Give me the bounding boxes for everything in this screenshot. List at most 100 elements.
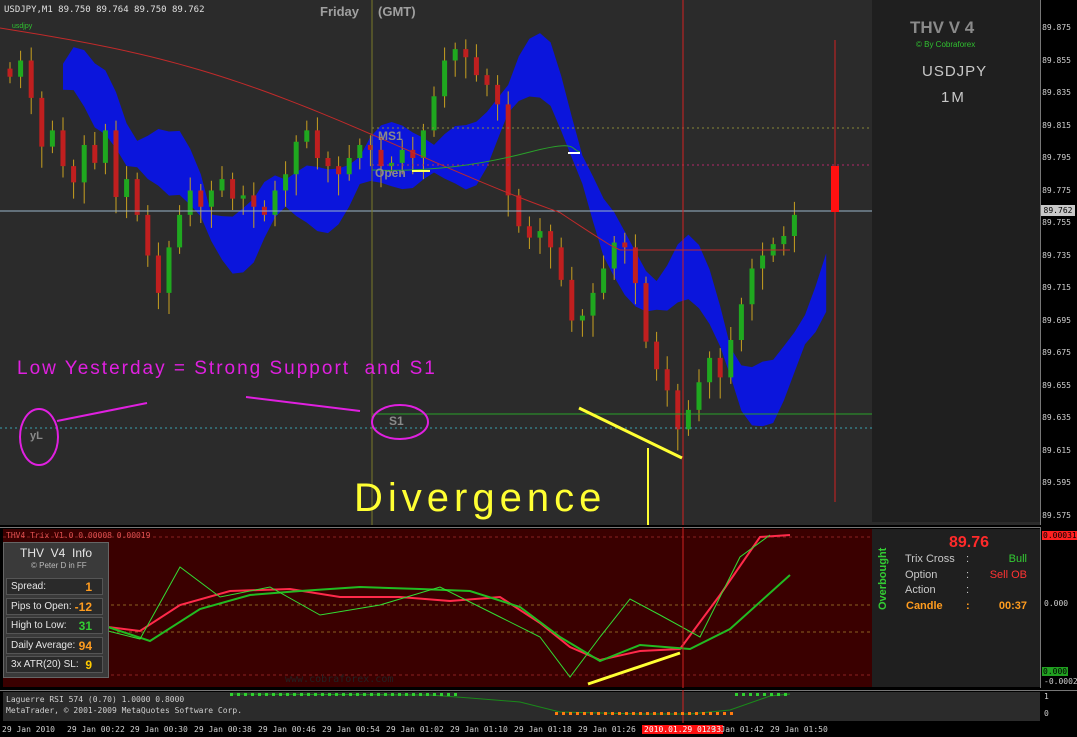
laguerre-dot [735, 693, 738, 696]
laguerre-dot [646, 712, 649, 715]
candle-body [685, 409, 691, 430]
yl-label: yL [30, 430, 43, 442]
support-annotation: Low Yesterday = Strong Support and S1 [17, 358, 437, 379]
laguerre-dot [349, 693, 352, 696]
info-row-value: 31 [78, 619, 92, 633]
candle-body [49, 130, 55, 147]
price-tick: 89.655 [1042, 380, 1071, 390]
laguerre-dot [230, 693, 233, 696]
trix-axis-low: 0.000 [1042, 667, 1069, 676]
candle-body [664, 369, 670, 391]
info-row: Spread: 1 [6, 578, 103, 595]
time-tick: 29 Jan 01:26 [578, 725, 636, 734]
candle-body [420, 130, 426, 158]
candle-body [346, 158, 352, 175]
candle-body [548, 231, 554, 248]
candle-body [81, 145, 87, 183]
candle-body [728, 340, 734, 378]
candle-body [124, 179, 130, 197]
laguerre-dot [328, 693, 331, 696]
candle-body [304, 130, 310, 142]
laguerre-title: Laguerre RSI 574 (0.70) 1.0000 0.8000 [6, 695, 185, 704]
laguerre-dot [660, 712, 663, 715]
info-row-value: 1 [85, 580, 92, 594]
laguerre-dot [653, 712, 656, 715]
laguerre-dot [335, 693, 338, 696]
laguerre-dot [363, 693, 366, 696]
laguerre-axis-0: 0 [1044, 709, 1049, 718]
info-row-value: 94 [78, 638, 92, 653]
laguerre-dot [405, 693, 408, 696]
laguerre-dot [251, 693, 254, 696]
candle-body [696, 382, 702, 410]
candle-body [145, 214, 151, 256]
candle-body [314, 130, 320, 158]
laguerre-dot [639, 712, 642, 715]
laguerre-dot [576, 712, 579, 715]
candle-body [325, 158, 331, 167]
trix-watermark: www.cobraforex.com [285, 674, 394, 685]
time-tick: 29 Jan 00:22 [67, 725, 125, 734]
time-tick: 29 Jan 00:30 [130, 725, 188, 734]
info-row-label: Daily Average: [11, 639, 76, 651]
time-tick: 29 Jan 2010 [2, 725, 55, 734]
laguerre-dot [370, 693, 373, 696]
trix-indicator-plot[interactable] [0, 527, 872, 688]
brand-timeframe: 1M [941, 89, 966, 106]
price-tick: 89.875 [1042, 23, 1071, 32]
support-pointer-right [245, 396, 361, 412]
info-row-label: 3x ATR(20) SL: [11, 659, 79, 670]
trix-row-label: Trix Cross [905, 553, 955, 565]
candle-body [526, 226, 532, 238]
price-tick: 89.815 [1042, 120, 1071, 130]
laguerre-dot [569, 712, 572, 715]
laguerre-dot [293, 693, 296, 696]
info-row-label: Spread: [11, 581, 47, 592]
candle-body [219, 179, 225, 191]
candle-body [643, 283, 649, 342]
current-price-tag: 89.762 [1041, 205, 1075, 216]
laguerre-dot [695, 712, 698, 715]
candle-body [399, 149, 405, 163]
laguerre-dot [749, 693, 752, 696]
trix-row-label: Option [905, 568, 938, 581]
main-chart-plot[interactable] [0, 0, 1040, 525]
laguerre-dot [321, 693, 324, 696]
laguerre-axis-1: 1 [1044, 692, 1049, 701]
trix-row-sep: : [966, 584, 970, 596]
laguerre-dot [730, 712, 733, 715]
laguerre-dot [667, 712, 670, 715]
info-credit: © Peter D in FF [31, 561, 87, 570]
price-divergence-line [578, 406, 683, 460]
trix-row-sep: : [966, 599, 970, 612]
laguerre-dot [377, 693, 380, 696]
candle-body [39, 97, 45, 147]
price-tick: 89.635 [1042, 413, 1071, 422]
info-row-label: High to Low: [11, 620, 67, 631]
laguerre-dot [447, 693, 450, 696]
candle-body [707, 357, 713, 383]
candle-body [208, 190, 214, 207]
candle-body [251, 195, 257, 207]
candle-body [283, 174, 289, 191]
trix-row-sep: : [966, 568, 970, 581]
candle-body [463, 49, 469, 58]
price-tick: 89.755 [1042, 218, 1071, 227]
candle-body [675, 390, 681, 430]
s1-label: S1 [389, 414, 404, 428]
laguerre-dot [702, 712, 705, 715]
time-tick: 29 Jan 01:02 [386, 725, 444, 734]
laguerre-dot [272, 693, 275, 696]
time-tick: 29 Jan 00:54 [322, 725, 380, 734]
laguerre-dot [688, 712, 691, 715]
info-row: High to Low: 31 [6, 617, 103, 634]
trix-divergence-line [587, 651, 681, 686]
time-tick: 29 Jan 01:50 [770, 725, 828, 734]
laguerre-dots [230, 693, 787, 715]
trix-axis-top: 0.00031 [1042, 531, 1077, 540]
laguerre-dot [777, 693, 780, 696]
time-tick: 29 Jan 00:38 [194, 725, 252, 734]
info-row: 3x ATR(20) SL: 9 [6, 656, 103, 673]
laguerre-dot [454, 693, 457, 696]
time-tick: 29 Jan 01:18 [514, 725, 572, 734]
